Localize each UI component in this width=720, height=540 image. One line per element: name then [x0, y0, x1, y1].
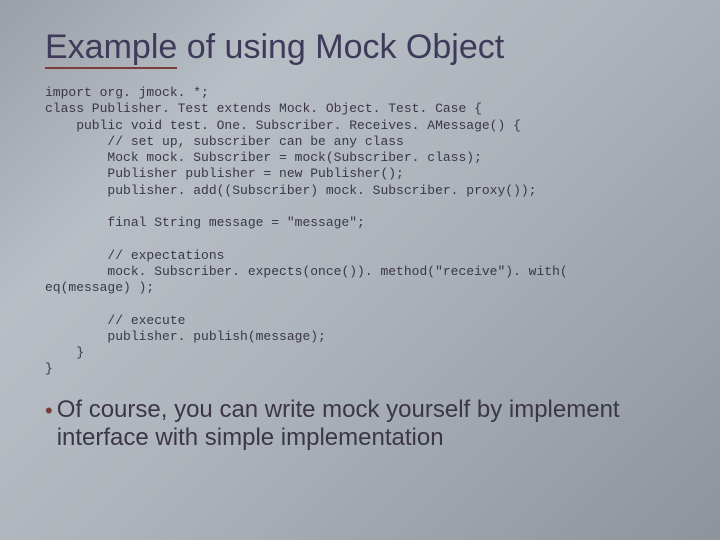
title-underlined: Example	[45, 28, 177, 69]
bullet-icon: •	[45, 398, 53, 423]
code-block: import org. jmock. *; class Publisher. T…	[45, 85, 675, 378]
note-row: • Of course, you can write mock yourself…	[45, 396, 675, 454]
note-text: Of course, you can write mock yourself b…	[57, 396, 675, 454]
slide-title: Example of using Mock Object	[45, 28, 675, 67]
slide: Example of using Mock Object import org.…	[0, 0, 720, 540]
title-rest: of using Mock Object	[177, 28, 504, 66]
